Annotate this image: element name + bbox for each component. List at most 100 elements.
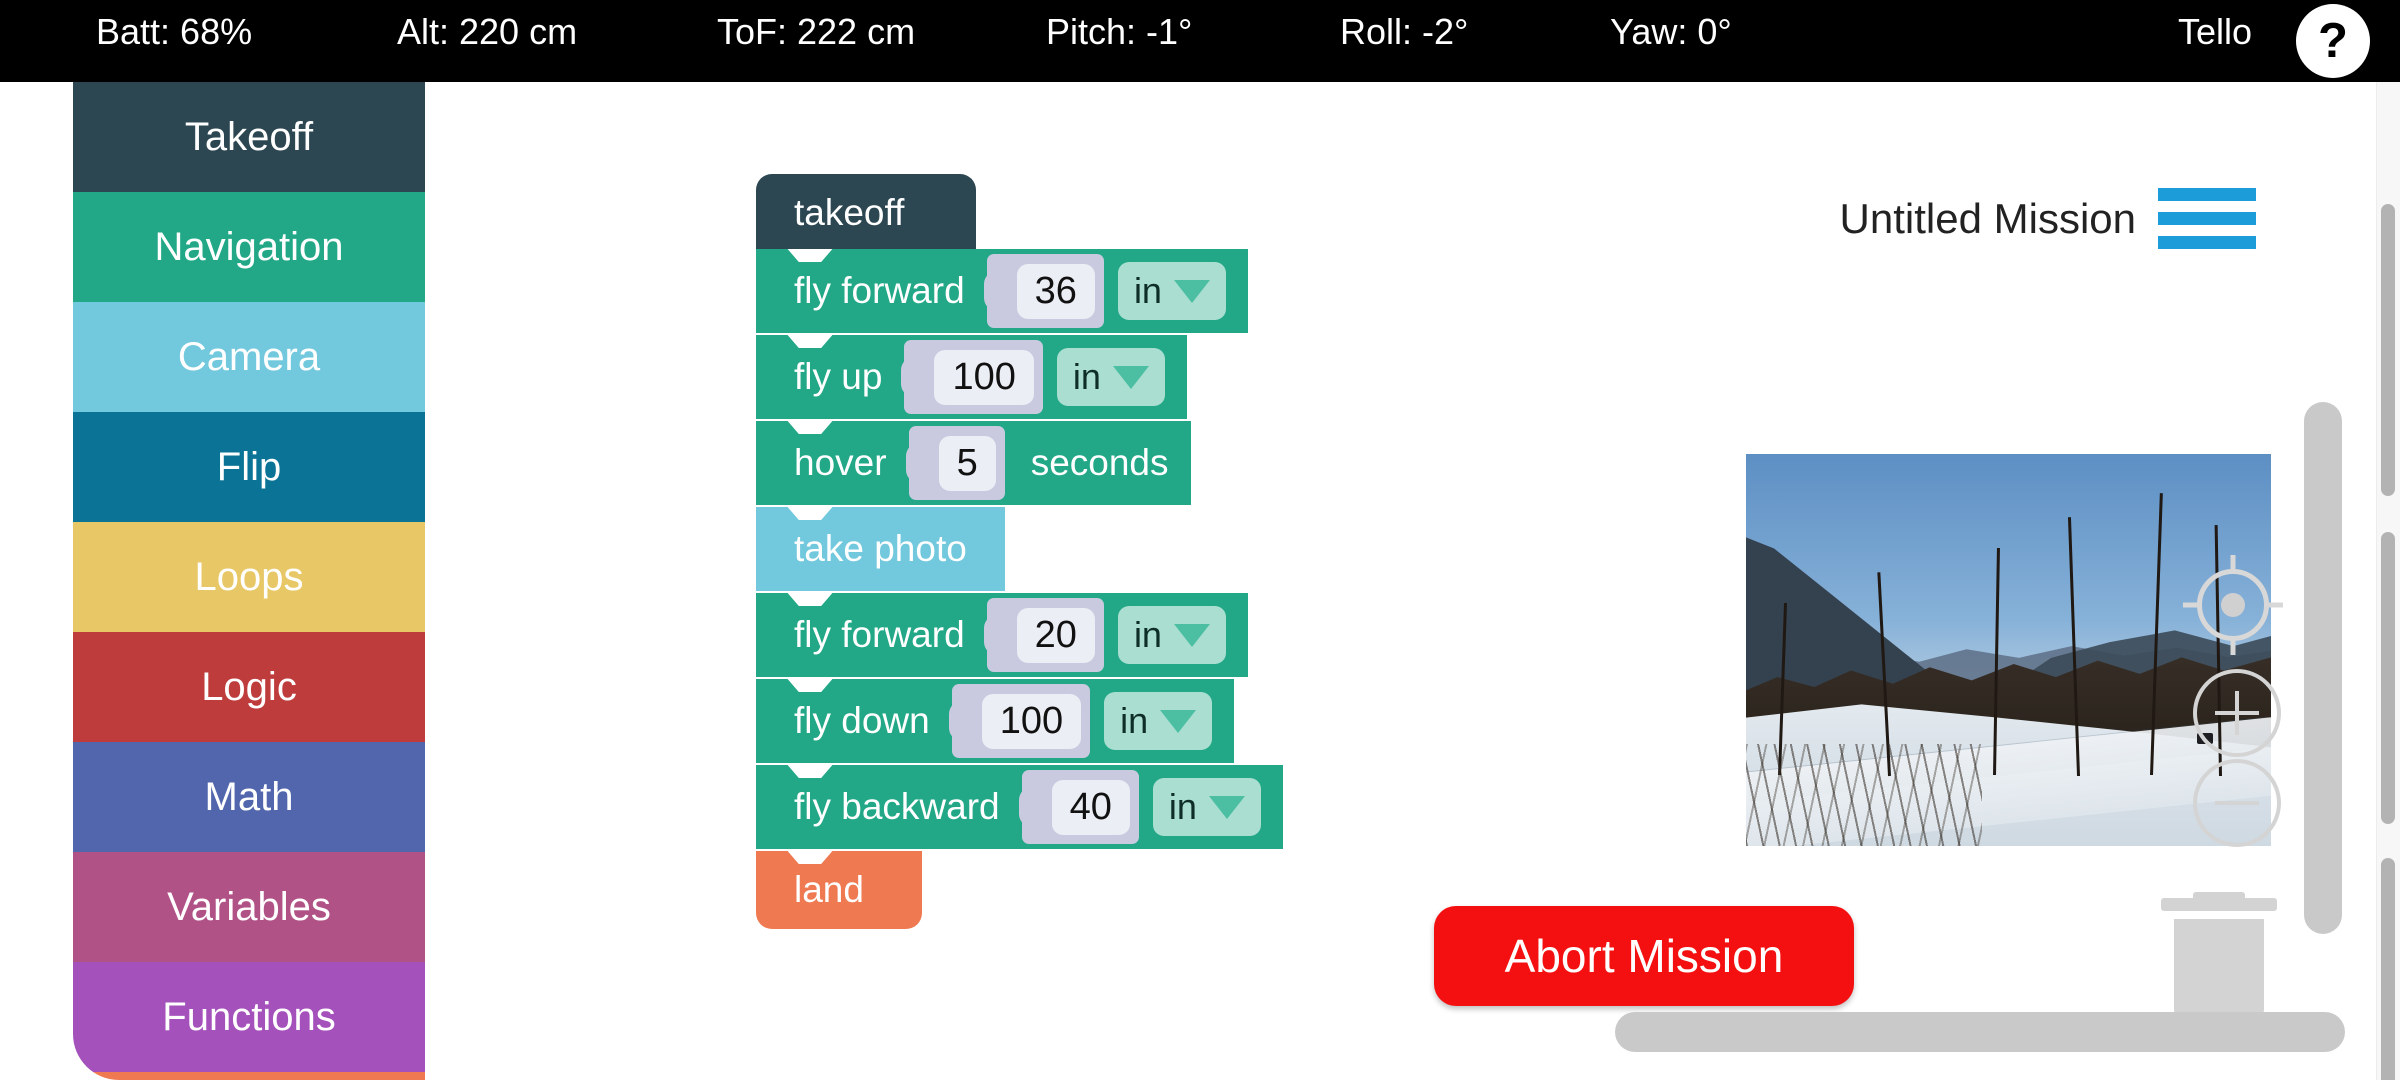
distance-input[interactable]: 100 — [934, 349, 1034, 405]
zoom-in-circle — [2193, 669, 2281, 757]
sidebar-item-takeoff[interactable]: Takeoff — [73, 82, 425, 192]
unit-dropdown[interactable]: in — [1152, 778, 1261, 836]
block-label: fly up — [794, 356, 883, 397]
block-fly-down[interactable]: fly down 100 in — [756, 679, 1235, 763]
page-scrollbar-track[interactable] — [2376, 82, 2400, 1080]
page-scrollbar-thumb[interactable] — [2381, 204, 2395, 496]
block-fly-up[interactable]: fly up 100 in — [756, 335, 1187, 419]
block-notch — [782, 851, 838, 864]
distance-input[interactable]: 40 — [1051, 779, 1130, 835]
block-workspace[interactable]: Untitled Mission takeoff fly forward 36 … — [425, 82, 2400, 1080]
unit-label: in — [1133, 270, 1162, 311]
sidebar-item-functions[interactable]: Functions — [73, 962, 425, 1072]
unit-label: in — [1120, 700, 1149, 741]
target-tick — [2263, 602, 2283, 608]
zoom-out-circle — [2193, 759, 2281, 847]
vertical-scrollbar[interactable] — [2304, 402, 2342, 934]
block-notch — [782, 507, 838, 520]
duration-input[interactable]: 5 — [938, 435, 996, 491]
block-label: fly forward — [794, 614, 965, 655]
trash-lid — [2161, 898, 2277, 911]
block-takeoff[interactable]: takeoff — [756, 174, 977, 252]
value-socket[interactable]: 100 — [901, 340, 1043, 414]
plus-vertical — [2235, 690, 2239, 736]
unit-label: in — [1168, 786, 1197, 827]
block-label: land — [794, 869, 864, 910]
block-take-photo[interactable]: take photo — [756, 507, 1005, 591]
battery-readout: Batt: 68% — [96, 11, 253, 52]
sidebar-item-camera[interactable]: Camera — [73, 302, 425, 412]
mission-header: Untitled Mission — [1840, 188, 2256, 249]
block-fly-forward-2[interactable]: fly forward 20 in — [756, 593, 1248, 677]
block-hover[interactable]: hover 5 seconds — [756, 421, 1191, 505]
distance-input[interactable]: 36 — [1016, 263, 1095, 319]
block-label: take photo — [794, 528, 967, 569]
block-notch — [782, 593, 838, 606]
horizontal-scrollbar[interactable] — [1615, 1012, 2345, 1052]
seconds-label: seconds — [1030, 442, 1169, 483]
sidebar-item-land[interactable] — [73, 1072, 425, 1080]
unit-dropdown[interactable]: in — [1117, 606, 1226, 664]
hamburger-bar — [2158, 188, 2256, 201]
pitch-readout: Pitch: -1° — [1046, 11, 1193, 52]
target-tick — [2230, 555, 2236, 575]
block-label: fly down — [794, 700, 930, 741]
chevron-down-icon — [1112, 365, 1149, 389]
chevron-down-icon — [1173, 623, 1210, 647]
unit-label: in — [1072, 356, 1101, 397]
block-notch — [782, 421, 838, 434]
telemetry-bar: Batt: 68% Alt: 220 cm ToF: 222 cm Pitch:… — [0, 0, 2400, 82]
drone-name-label: Tello — [2177, 11, 2252, 52]
target-tick — [2183, 602, 2203, 608]
abort-mission-button[interactable]: Abort Mission — [1434, 906, 1854, 1006]
block-land[interactable]: land — [756, 851, 922, 929]
page-scrollbar-thumb[interactable] — [2381, 858, 2395, 1080]
minus-horizontal — [2214, 801, 2260, 805]
value-socket[interactable]: 5 — [905, 426, 1005, 500]
hamburger-bar — [2158, 236, 2256, 249]
trash-icon[interactable] — [2161, 892, 2277, 1020]
block-label: fly backward — [794, 786, 1000, 827]
unit-label: in — [1133, 614, 1162, 655]
block-notch — [782, 335, 838, 348]
value-socket[interactable]: 100 — [948, 684, 1091, 758]
block-label: fly forward — [794, 270, 965, 311]
distance-input[interactable]: 100 — [981, 693, 1082, 749]
sidebar-item-navigation[interactable]: Navigation — [73, 192, 425, 302]
block-notch — [782, 765, 838, 778]
zoom-out-icon[interactable] — [2193, 759, 2281, 847]
hamburger-bar — [2158, 212, 2256, 225]
value-socket[interactable]: 36 — [983, 254, 1104, 328]
yaw-readout: Yaw: 0° — [1610, 11, 1732, 52]
block-label: hover — [794, 442, 887, 483]
page-scrollbar-thumb[interactable] — [2381, 532, 2395, 824]
block-fly-forward-1[interactable]: fly forward 36 in — [756, 249, 1248, 333]
block-fly-backward[interactable]: fly backward 40 in — [756, 765, 1283, 849]
sidebar-item-math[interactable]: Math — [73, 742, 425, 852]
chevron-down-icon — [1173, 279, 1210, 303]
block-label: takeoff — [794, 192, 905, 233]
drone-blockly-app: Batt: 68% Alt: 220 cm ToF: 222 cm Pitch:… — [0, 0, 2400, 1080]
trash-body — [2173, 919, 2265, 1015]
sidebar-item-logic[interactable]: Logic — [73, 632, 425, 742]
hamburger-icon[interactable] — [2158, 188, 2256, 249]
unit-dropdown[interactable]: in — [1104, 692, 1213, 750]
block-notch — [782, 679, 838, 692]
distance-input[interactable]: 20 — [1016, 607, 1095, 663]
mission-title[interactable]: Untitled Mission — [1840, 195, 2136, 243]
unit-dropdown[interactable]: in — [1117, 262, 1226, 320]
category-sidebar: Takeoff Navigation Camera Flip Loops Log… — [73, 82, 425, 1080]
zoom-in-icon[interactable] — [2193, 669, 2281, 757]
sidebar-item-loops[interactable]: Loops — [73, 522, 425, 632]
foreground-brush — [1746, 744, 1983, 846]
center-view-icon[interactable] — [2183, 555, 2283, 655]
target-tick — [2230, 635, 2236, 655]
sidebar-item-flip[interactable]: Flip — [73, 412, 425, 522]
value-socket[interactable]: 40 — [1018, 770, 1139, 844]
help-icon[interactable]: ? — [2296, 4, 2370, 78]
sidebar-item-variables[interactable]: Variables — [73, 852, 425, 962]
block-notch — [782, 249, 838, 262]
value-socket[interactable]: 20 — [983, 598, 1104, 672]
unit-dropdown[interactable]: in — [1056, 348, 1165, 406]
tof-readout: ToF: 222 cm — [717, 11, 916, 52]
